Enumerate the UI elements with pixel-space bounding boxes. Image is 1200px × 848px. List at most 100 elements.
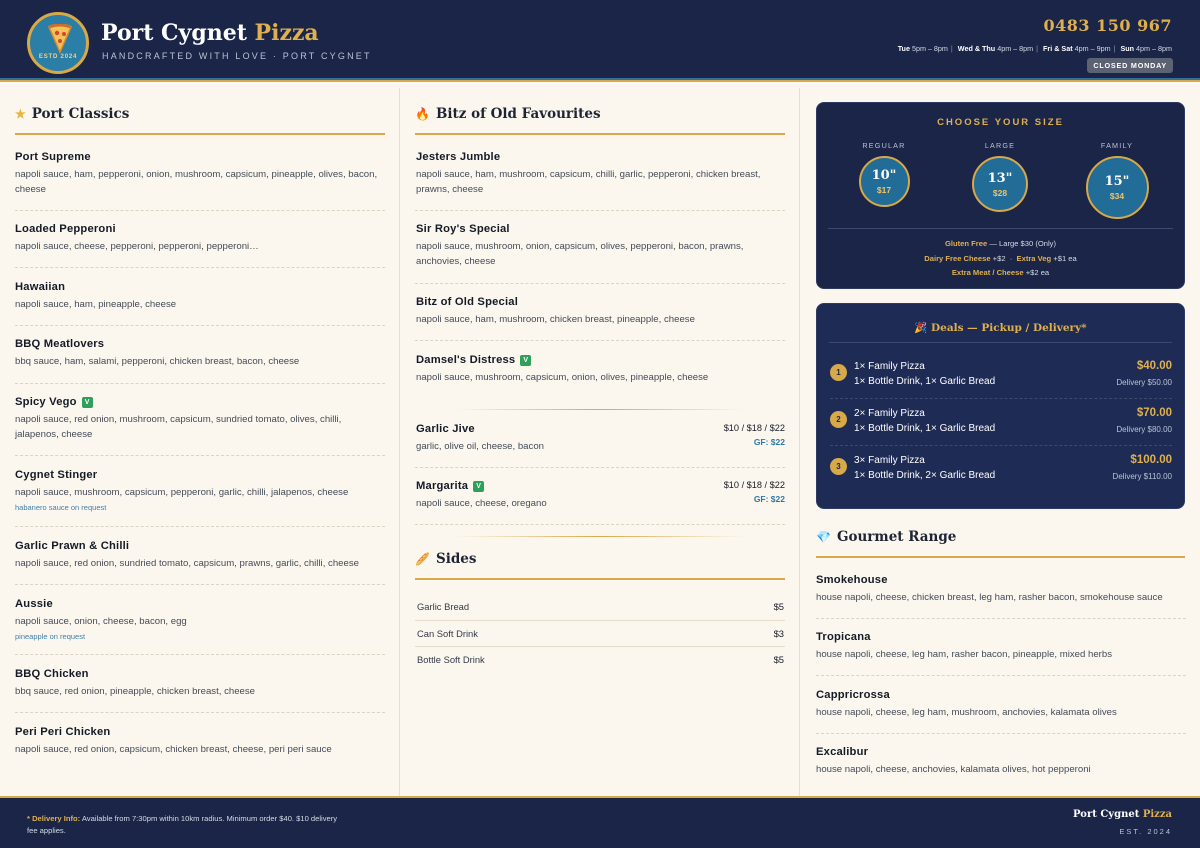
- deal-line2: 1× Bottle Drink, 1× Garlic Bread: [854, 423, 996, 434]
- side-price: $5: [773, 601, 784, 612]
- hours-time: 4pm – 8pm: [997, 44, 1034, 53]
- item-desc: house napoli, cheese, leg ham, mushroom,…: [816, 707, 1117, 718]
- divider: [15, 712, 385, 713]
- fire-icon: 🔥: [415, 107, 430, 121]
- item-name: Smokehouse: [816, 574, 888, 586]
- vegetarian-badge: V: [473, 481, 485, 492]
- item-desc: napoli sauce, mushroom, capsicum, onion,…: [416, 372, 709, 383]
- item-name: Cygnet Stinger: [15, 469, 98, 481]
- hours-day: Wed & Thu: [957, 44, 996, 53]
- footer-brand: Port Cygnet Pizza: [1073, 809, 1172, 820]
- size-circle: 15" $34: [1085, 156, 1149, 219]
- item-desc: napoli sauce, ham, mushroom, chicken bre…: [416, 314, 695, 325]
- vegetarian-badge: V: [81, 397, 93, 408]
- item-price: $10 / $18 / $22 GF: $22: [724, 423, 785, 447]
- menu-item: Jesters Jumble napoli sauce, ham, mushro…: [416, 151, 786, 197]
- menu-item-priced: Margarita V napoli sauce, cheese, oregano…: [416, 480, 785, 511]
- menu-item: Port Supreme napoli sauce, ham, pepperon…: [15, 151, 385, 197]
- delivery-info-label: * Delivery Info:: [27, 814, 81, 823]
- size-price: $17: [876, 185, 892, 195]
- logo: ESTD 2024: [27, 12, 89, 74]
- section-title-classics: ★ Port Classics: [15, 106, 130, 122]
- extra-text: +$2 ea: [1025, 268, 1050, 277]
- section-title-favourites: 🔥 Bitz of Old Favourites: [415, 106, 601, 122]
- hours-day: Tue: [897, 44, 910, 53]
- menu-item-priced: Garlic Jive garlic, olive oil, cheese, b…: [416, 423, 785, 454]
- item-name: Tropicana: [816, 631, 871, 643]
- section-rule: [415, 133, 785, 135]
- item-desc: napoli sauce, red onion, sundried tomato…: [15, 558, 359, 569]
- item-desc: napoli sauce, mushroom, onion, capsicum,…: [416, 241, 744, 267]
- deal-item: 2 2× Family Pizza 1× Bottle Drink, 1× Gar…: [830, 406, 1172, 446]
- gem-icon: 💎: [816, 530, 831, 544]
- side-item: Bottle Soft Drink $5: [417, 654, 784, 665]
- divider: [816, 675, 1186, 676]
- size-panel: CHOOSE YOUR SIZE REGULAR 10" $17 LARGE 1…: [816, 102, 1185, 289]
- item-desc: bbq sauce, red onion, pineapple, chicken…: [15, 686, 256, 697]
- extra-label: Extra Meat / Cheese: [951, 268, 1024, 277]
- deal-item: 3 3× Family Pizza 1× Bottle Drink, 2× Gar…: [830, 453, 1172, 493]
- deal-line2: 1× Bottle Drink, 1× Garlic Bread: [854, 376, 996, 387]
- divider: [828, 228, 1173, 229]
- ornament-divider: [455, 409, 745, 410]
- deal-delivery-price: Delivery $110.00: [1112, 472, 1172, 481]
- size-circle: 10" $17: [858, 156, 910, 207]
- item-note: habanero sauce on request: [15, 503, 107, 512]
- deal-delivery-price: Delivery $50.00: [1116, 378, 1172, 387]
- menu-item: Loaded Pepperoni napoli sauce, cheese, p…: [15, 223, 385, 254]
- extra-text: — Large $30 (Only): [989, 239, 1056, 248]
- item-name: Spicy Vego: [15, 396, 77, 408]
- party-icon: 🎉: [914, 322, 928, 334]
- logo-text: ESTD 2024: [38, 54, 78, 60]
- menu-item: BBQ Meatlovers bbq sauce, ham, salami, p…: [15, 338, 385, 369]
- hours-day: Sun: [1120, 44, 1135, 53]
- item-desc: house napoli, cheese, anchovies, kalamat…: [816, 764, 1091, 775]
- divider: [415, 646, 785, 647]
- brand-main: Port Cygnet: [101, 20, 247, 46]
- section-title-gourmet: 💎 Gourmet Range: [816, 529, 957, 545]
- deal-item: 1 1× Family Pizza 1× Bottle Drink, 1× Gar…: [830, 359, 1172, 399]
- deal-price: $40.00: [1136, 360, 1172, 372]
- deal-line1: 2× Family Pizza: [854, 408, 925, 419]
- phone-number[interactable]: 0483 150 967: [1044, 16, 1172, 35]
- extra-label: Extra Veg: [1016, 253, 1052, 263]
- item-name: Hawaiian: [15, 281, 66, 293]
- item-name: BBQ Chicken: [15, 668, 89, 680]
- item-desc: napoli sauce, mushroom, capsicum, pepper…: [15, 487, 349, 498]
- item-name: Loaded Pepperoni: [15, 223, 116, 235]
- extra-label: Gluten Free: [944, 239, 988, 248]
- menu-item: Bitz of Old Special napoli sauce, ham, m…: [416, 296, 786, 327]
- item-name: Port Supreme: [15, 151, 91, 163]
- footer: * Delivery Info: Available from 7:30pm w…: [0, 796, 1200, 848]
- size-label: FAMILY: [1100, 141, 1134, 150]
- divider: [15, 267, 385, 268]
- delivery-info: * Delivery Info: Available from 7:30pm w…: [27, 813, 347, 837]
- menu-item: Excalibur house napoli, cheese, anchovie…: [816, 746, 1186, 777]
- size-extras: Gluten Free — Large $30 (Only) Dairy Fre…: [924, 239, 1077, 277]
- deal-number: 3: [830, 458, 847, 475]
- hours-time: 4pm – 8pm: [1136, 44, 1172, 53]
- item-name: BBQ Meatlovers: [15, 338, 105, 350]
- pizza-slice-icon: [47, 24, 73, 54]
- menu-item: Spicy Vego V napoli sauce, red onion, mus…: [15, 396, 385, 442]
- item-name: Aussie: [15, 598, 53, 610]
- menu-item: Garlic Prawn & Chilli napoli sauce, red …: [15, 540, 385, 571]
- extra-label: Dairy Free Cheese: [924, 253, 991, 263]
- divider: [816, 618, 1186, 619]
- price-gluten-free: GF: $22: [753, 437, 785, 447]
- menu-item: Smokehouse house napoli, cheese, chicken…: [816, 574, 1186, 605]
- divider: [829, 342, 1172, 343]
- size-inches: 15": [1104, 174, 1130, 189]
- divider: [15, 325, 385, 326]
- section-rule: [816, 556, 1185, 558]
- divider: [15, 383, 385, 384]
- vegetarian-badge: V: [520, 355, 532, 366]
- divider: [15, 210, 385, 211]
- item-name: Damsel's Distress: [416, 354, 516, 366]
- price-gluten-free: GF: $22: [753, 494, 785, 504]
- bread-icon: 🥖: [415, 552, 430, 566]
- deals-panel: 🎉 Deals — Pickup / Delivery* 1 1× Family…: [816, 303, 1185, 509]
- item-note: pineapple on request: [15, 632, 86, 641]
- menu-item: Cygnet Stinger napoli sauce, mushroom, c…: [15, 469, 385, 512]
- item-desc: napoli sauce, red onion, capsicum, chick…: [15, 744, 332, 755]
